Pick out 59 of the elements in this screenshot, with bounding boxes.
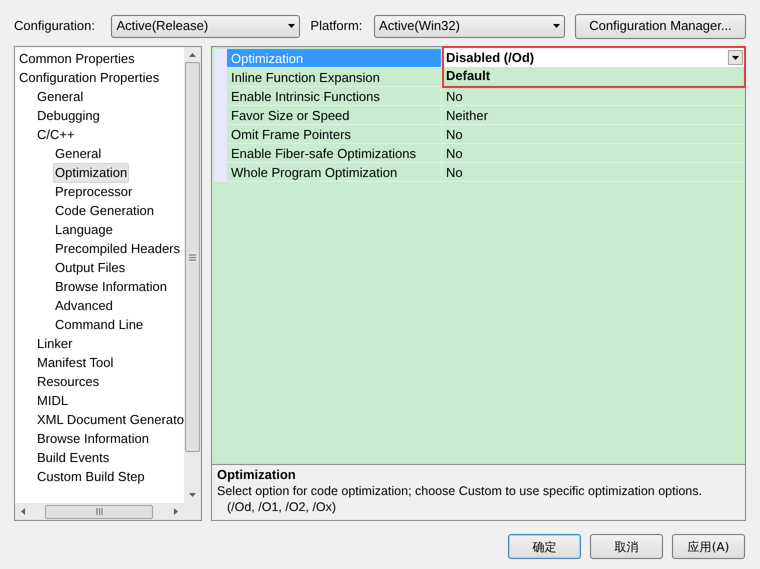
property-value[interactable]: No <box>442 144 744 163</box>
value-dropdown[interactable]: Disabled (/Od) <box>444 48 744 67</box>
scroll-up-icon[interactable] <box>189 53 196 57</box>
caret-icon <box>552 24 560 28</box>
tree-item[interactable]: Debugging <box>35 106 102 126</box>
description-title: Optimization <box>217 467 297 483</box>
configuration-manager-button[interactable]: Configuration Manager... <box>574 14 746 38</box>
property-name[interactable]: Favor Size or Speed <box>227 106 442 124</box>
tree-item[interactable]: Browse Information <box>35 428 151 448</box>
description-text: (/Od, /O1, /O2, /Ox) <box>226 499 338 515</box>
grip-icon <box>96 508 102 515</box>
scroll-down-icon[interactable] <box>189 493 196 497</box>
property-name[interactable]: Whole Program Optimization <box>227 163 442 181</box>
property-name[interactable]: Enable Intrinsic Functions <box>227 87 442 105</box>
property-value[interactable]: No <box>442 87 744 106</box>
tree-item[interactable]: Resources <box>35 372 102 392</box>
vertical-scrollbar[interactable] <box>184 47 201 503</box>
caret-icon <box>732 56 739 60</box>
dialog-button[interactable]: 应用(A) <box>672 534 745 559</box>
tree-item[interactable]: General <box>35 86 86 106</box>
tree-item[interactable]: MIDL <box>35 390 70 410</box>
tree-item[interactable]: XML Document Generato <box>35 410 184 430</box>
property-value[interactable]: No <box>442 163 744 182</box>
tree-item[interactable]: Browse Information <box>53 276 169 296</box>
property-value[interactable]: No <box>442 125 744 144</box>
grip-icon <box>189 254 196 260</box>
tree-item[interactable]: Preprocessor <box>53 182 134 202</box>
tree-item[interactable]: General <box>53 144 104 164</box>
scroll-thumb[interactable] <box>45 504 153 518</box>
scroll-left-icon[interactable] <box>21 508 25 515</box>
tree-item[interactable]: C/C++ <box>35 124 77 144</box>
property-name[interactable]: Enable Fiber-safe Optimizations <box>227 144 442 162</box>
dropdown[interactable]: Active(Win32) <box>374 14 565 38</box>
horizontal-scrollbar[interactable] <box>15 503 201 520</box>
property-value[interactable]: Neither <box>442 106 744 125</box>
scroll-right-icon[interactable] <box>174 508 178 515</box>
tree-item[interactable]: Advanced <box>53 296 115 316</box>
tree-item[interactable]: Output Files <box>53 258 128 278</box>
property-name[interactable]: Omit Frame Pointers <box>227 125 442 143</box>
tree-item[interactable]: Code Generation <box>53 200 156 220</box>
platform-label: Platform: <box>310 17 364 36</box>
dialog-button[interactable]: 确定 <box>508 534 581 559</box>
tree-item[interactable]: Command Line <box>53 314 146 334</box>
property-name[interactable]: Inline Function Expansion <box>227 68 442 86</box>
description-text: Select option for code optimization; choose Custom to use specific optimization options. <box>217 483 703 499</box>
scroll-thumb[interactable] <box>185 62 200 452</box>
caret-icon <box>288 24 296 28</box>
tree-item[interactable]: Precompiled Headers <box>53 238 182 258</box>
tree-item[interactable]: Linker <box>35 334 74 354</box>
tree-item[interactable]: Optimization <box>53 162 130 182</box>
tree-item[interactable]: Manifest Tool <box>35 352 116 372</box>
tree-item[interactable]: Common Properties <box>17 48 137 68</box>
tree-item[interactable]: Custom Build Step <box>35 466 147 486</box>
dialog-button[interactable]: 取消 <box>590 534 663 559</box>
tree-item[interactable]: Language <box>53 220 115 240</box>
dropdown[interactable]: Active(Release) <box>111 14 300 38</box>
tree-item[interactable]: Build Events <box>35 448 112 468</box>
tree-item[interactable]: Configuration Properties <box>17 68 162 88</box>
configuration-label: Configuration: <box>14 17 96 36</box>
